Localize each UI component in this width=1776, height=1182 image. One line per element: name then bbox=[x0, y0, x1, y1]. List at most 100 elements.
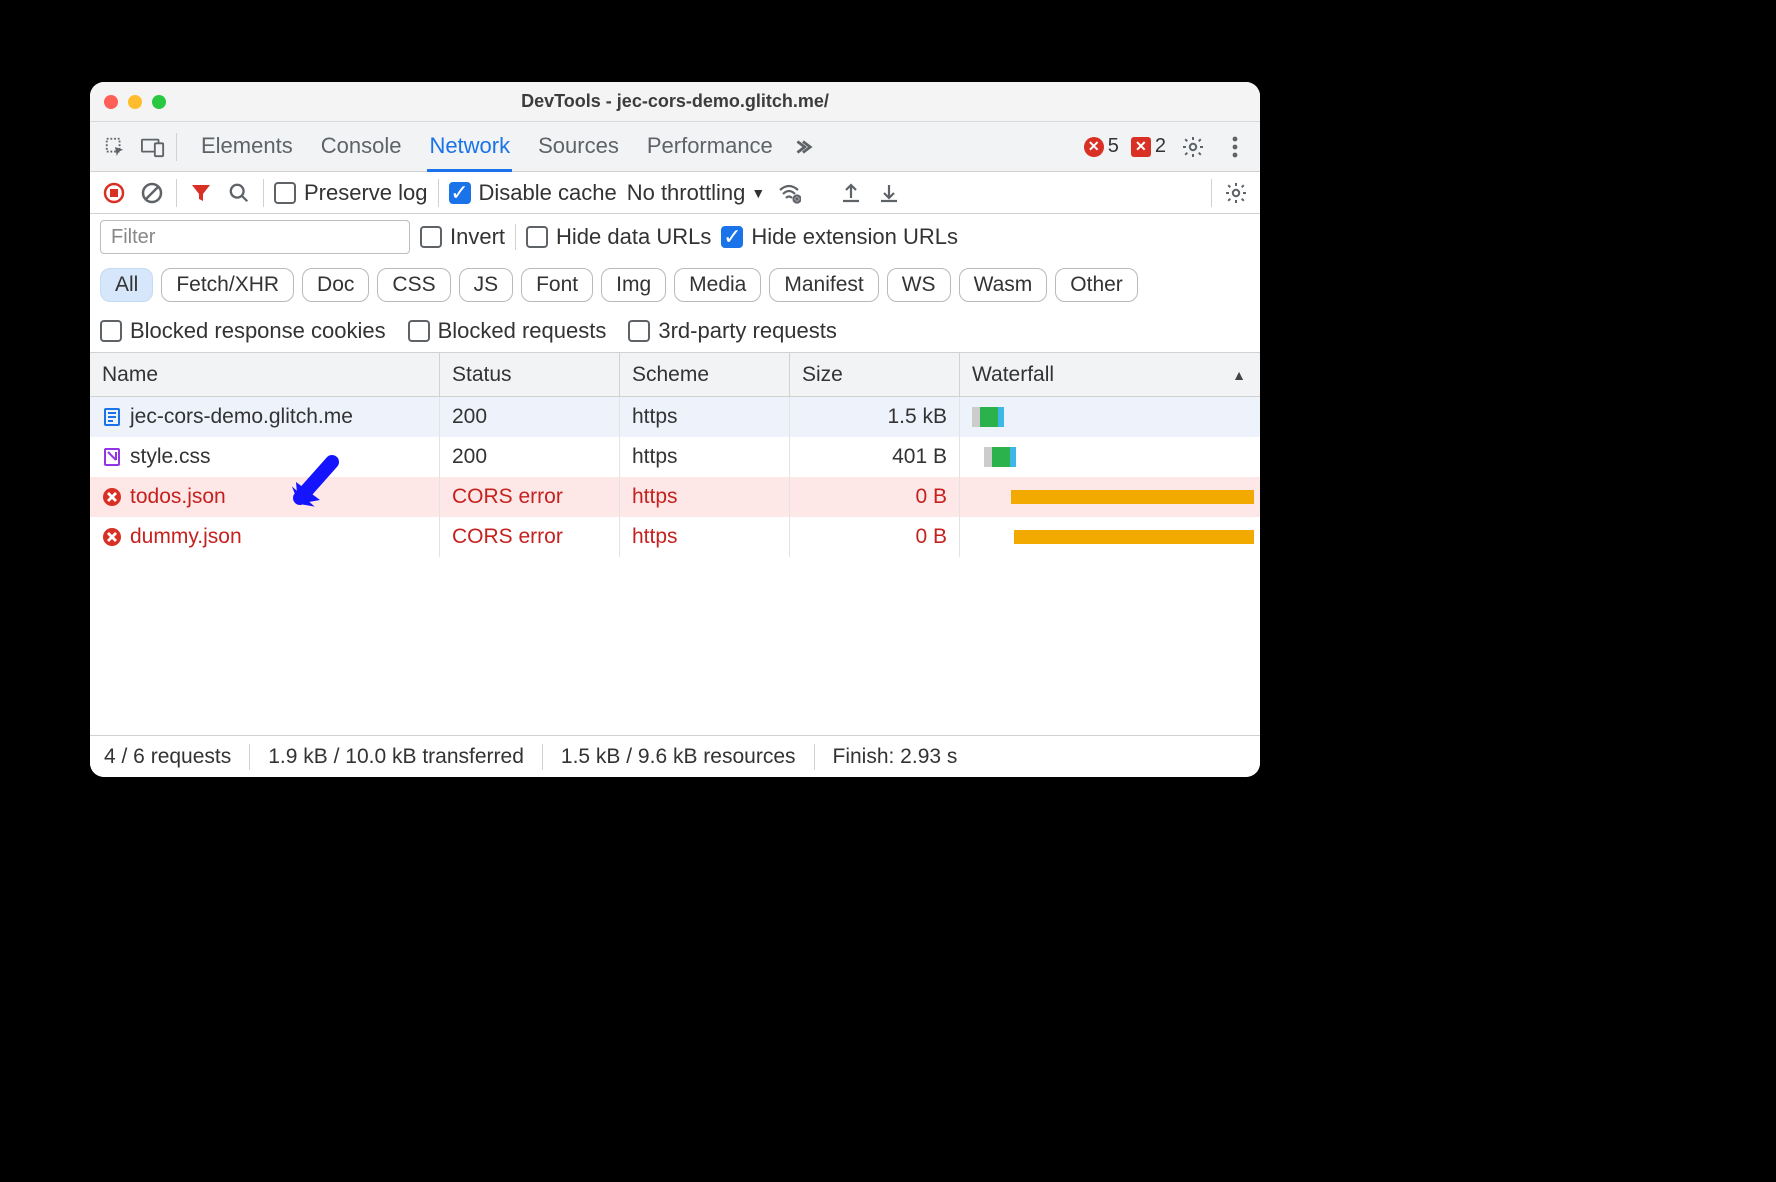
status-bar: 4 / 6 requests 1.9 kB / 10.0 kB transfer… bbox=[90, 735, 1260, 777]
cell-status: 200 bbox=[440, 437, 620, 477]
cell-name: jec-cors-demo.glitch.me bbox=[90, 397, 440, 437]
filter-chip-manifest[interactable]: Manifest bbox=[769, 268, 878, 302]
checkbox-checked-icon: ✓ bbox=[449, 182, 471, 204]
table-row[interactable]: dummy.json CORS error https 0 B bbox=[90, 517, 1260, 557]
blocked-cookies-label: Blocked response cookies bbox=[130, 318, 386, 344]
disable-cache-checkbox[interactable]: ✓ Disable cache bbox=[449, 180, 617, 206]
error-icon bbox=[102, 527, 122, 547]
filter-chip-media[interactable]: Media bbox=[674, 268, 761, 302]
filter-input[interactable]: Filter bbox=[100, 220, 410, 254]
error-count-b: 2 bbox=[1155, 135, 1166, 158]
table-row[interactable]: jec-cors-demo.glitch.me 200 https 1.5 kB bbox=[90, 397, 1260, 437]
filter-chip-doc[interactable]: Doc bbox=[302, 268, 369, 302]
device-toolbar-icon[interactable] bbox=[138, 132, 168, 162]
column-size[interactable]: Size bbox=[790, 353, 960, 396]
filter-chip-js[interactable]: JS bbox=[459, 268, 514, 302]
cell-waterfall bbox=[960, 397, 1260, 437]
filter-chip-ws[interactable]: WS bbox=[887, 268, 951, 302]
record-button[interactable] bbox=[100, 179, 128, 207]
cell-name: dummy.json bbox=[90, 517, 440, 557]
table-row[interactable]: style.css 200 https 401 B bbox=[90, 437, 1260, 477]
more-options-icon[interactable] bbox=[1220, 132, 1250, 162]
tab-network[interactable]: Network bbox=[427, 122, 512, 172]
cell-waterfall bbox=[960, 477, 1260, 517]
cell-scheme: https bbox=[620, 517, 790, 557]
settings-icon[interactable] bbox=[1178, 132, 1208, 162]
search-icon[interactable] bbox=[225, 179, 253, 207]
divider bbox=[263, 179, 264, 207]
hide-data-urls-label: Hide data URLs bbox=[556, 224, 711, 250]
cell-size: 0 B bbox=[790, 517, 960, 557]
column-scheme[interactable]: Scheme bbox=[620, 353, 790, 396]
cell-name: todos.json bbox=[90, 477, 440, 517]
cell-size: 0 B bbox=[790, 477, 960, 517]
third-party-checkbox[interactable]: 3rd-party requests bbox=[628, 318, 837, 344]
throttling-select[interactable]: No throttling ▼ bbox=[627, 180, 765, 206]
error-count-warnings[interactable]: ✕ 2 bbox=[1131, 135, 1166, 158]
hide-extension-urls-checkbox[interactable]: ✓ Hide extension URLs bbox=[721, 224, 958, 250]
tab-performance[interactable]: Performance bbox=[645, 122, 775, 172]
divider bbox=[438, 179, 439, 207]
filter-chip-fetch-xhr[interactable]: Fetch/XHR bbox=[161, 268, 294, 302]
checkbox-icon bbox=[628, 320, 650, 342]
cell-scheme: https bbox=[620, 477, 790, 517]
upload-har-icon[interactable] bbox=[837, 179, 865, 207]
error-count-a: 5 bbox=[1108, 135, 1119, 158]
divider bbox=[176, 179, 177, 207]
checkbox-checked-icon: ✓ bbox=[721, 226, 743, 248]
checkbox-icon bbox=[420, 226, 442, 248]
download-har-icon[interactable] bbox=[875, 179, 903, 207]
divider bbox=[176, 133, 177, 161]
error-count-issues[interactable]: ✕ 5 bbox=[1084, 135, 1119, 158]
cell-status: CORS error bbox=[440, 477, 620, 517]
main-tabs-row: Elements Console Network Sources Perform… bbox=[90, 122, 1260, 172]
network-table: Name Status Scheme Size Waterfall▲ jec-c… bbox=[90, 353, 1260, 735]
filter-chip-all[interactable]: All bbox=[100, 268, 153, 302]
invert-checkbox[interactable]: Invert bbox=[420, 224, 505, 250]
checkbox-icon bbox=[274, 182, 296, 204]
hide-data-urls-checkbox[interactable]: Hide data URLs bbox=[526, 224, 711, 250]
status-transferred: 1.9 kB / 10.0 kB transferred bbox=[268, 745, 524, 769]
table-row[interactable]: todos.json CORS error https 0 B bbox=[90, 477, 1260, 517]
checkbox-icon bbox=[408, 320, 430, 342]
filter-chip-other[interactable]: Other bbox=[1055, 268, 1138, 302]
filter-chip-wasm[interactable]: Wasm bbox=[959, 268, 1048, 302]
tab-elements[interactable]: Elements bbox=[199, 122, 295, 172]
filter-chip-css[interactable]: CSS bbox=[377, 268, 450, 302]
status-requests: 4 / 6 requests bbox=[104, 745, 231, 769]
clear-button[interactable] bbox=[138, 179, 166, 207]
disable-cache-label: Disable cache bbox=[479, 180, 617, 206]
error-icon bbox=[102, 487, 122, 507]
network-conditions-icon[interactable] bbox=[775, 179, 803, 207]
more-tabs-icon[interactable] bbox=[791, 136, 813, 158]
error-icon: ✕ bbox=[1084, 137, 1104, 157]
filter-placeholder: Filter bbox=[111, 226, 155, 249]
panel-settings-icon[interactable] bbox=[1222, 179, 1250, 207]
divider bbox=[515, 224, 516, 250]
invert-label: Invert bbox=[450, 224, 505, 250]
filter-chip-font[interactable]: Font bbox=[521, 268, 593, 302]
third-party-label: 3rd-party requests bbox=[658, 318, 837, 344]
blocked-requests-checkbox[interactable]: Blocked requests bbox=[408, 318, 607, 344]
tab-sources[interactable]: Sources bbox=[536, 122, 621, 172]
request-type-filters: All Fetch/XHR Doc CSS JS Font Img Media … bbox=[100, 268, 1250, 302]
filter-toggle-icon[interactable] bbox=[187, 179, 215, 207]
throttling-value: No throttling bbox=[627, 180, 746, 206]
table-body: jec-cors-demo.glitch.me 200 https 1.5 kB… bbox=[90, 397, 1260, 735]
column-waterfall[interactable]: Waterfall▲ bbox=[960, 353, 1260, 396]
status-resources: 1.5 kB / 9.6 kB resources bbox=[561, 745, 796, 769]
preserve-log-checkbox[interactable]: Preserve log bbox=[274, 180, 428, 206]
divider bbox=[814, 744, 815, 770]
cell-size: 401 B bbox=[790, 437, 960, 477]
tab-console[interactable]: Console bbox=[319, 122, 404, 172]
hide-extension-urls-label: Hide extension URLs bbox=[751, 224, 958, 250]
inspect-element-icon[interactable] bbox=[100, 132, 130, 162]
cell-waterfall bbox=[960, 437, 1260, 477]
column-name[interactable]: Name bbox=[90, 353, 440, 396]
blocked-cookies-checkbox[interactable]: Blocked response cookies bbox=[100, 318, 386, 344]
checkbox-icon bbox=[526, 226, 548, 248]
column-status[interactable]: Status bbox=[440, 353, 620, 396]
titlebar: DevTools - jec-cors-demo.glitch.me/ bbox=[90, 82, 1260, 122]
filter-chip-img[interactable]: Img bbox=[601, 268, 666, 302]
checkbox-icon bbox=[100, 320, 122, 342]
